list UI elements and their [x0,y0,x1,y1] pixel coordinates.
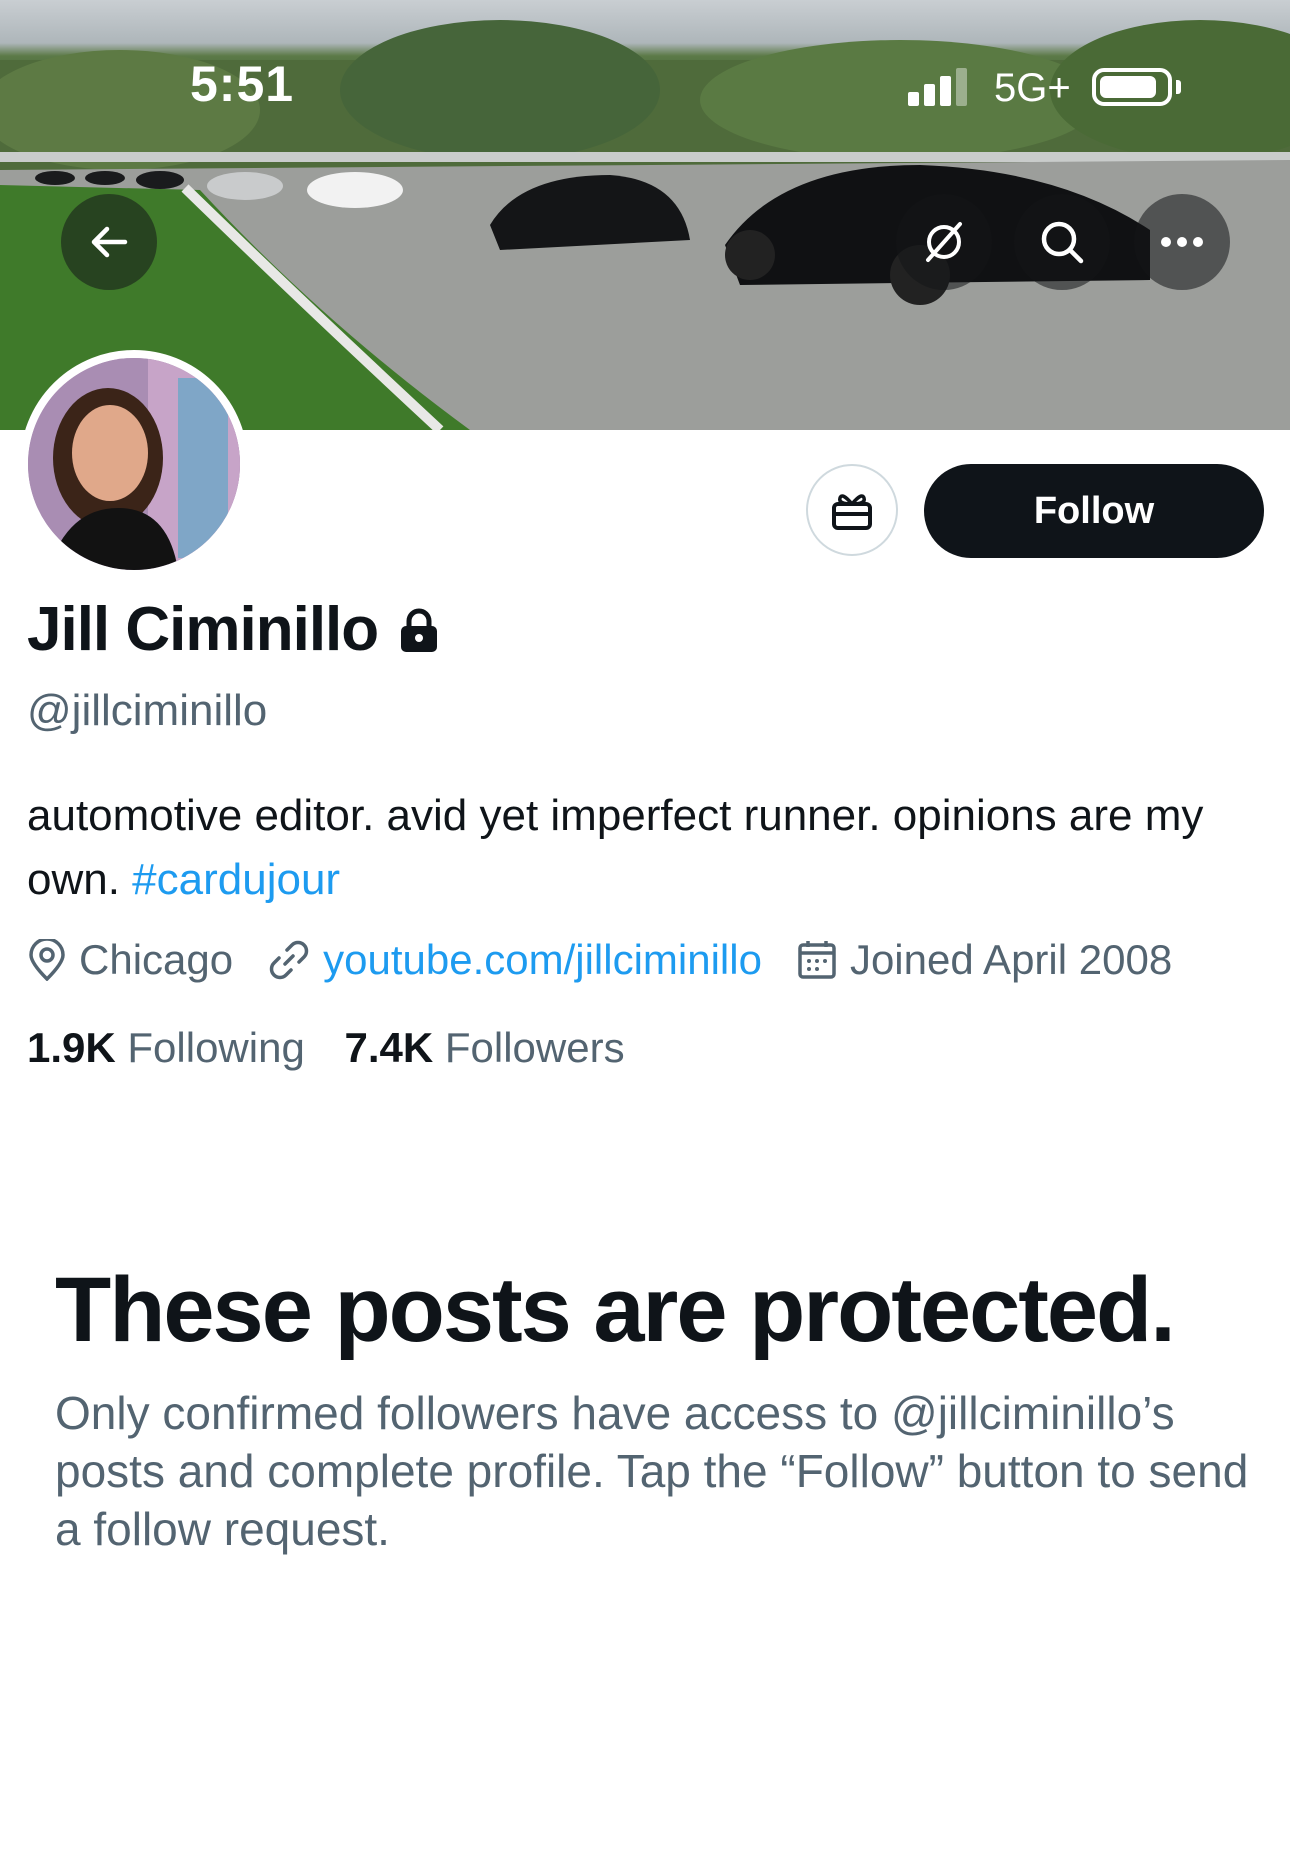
followers-label: Followers [444,1024,625,1071]
following-label: Following [127,1024,305,1071]
location-pin-icon [29,939,65,981]
profile-name: Jill Ciminillo [27,595,379,664]
protected-title: These posts are protected. [55,1259,1176,1361]
battery-icon [1092,68,1172,106]
website-item[interactable]: youtube.com/jillciminillo [267,936,762,984]
calendar-icon [798,941,836,979]
following-count: 1.9K [27,1024,116,1071]
grok-icon [926,222,962,262]
follow-button[interactable]: Follow [924,464,1264,558]
avatar-image [28,358,240,570]
back-button[interactable] [61,194,157,290]
network-label: 5G+ [994,66,1071,110]
more-dots-icon [1161,237,1203,247]
followers-count: 7.4K [344,1024,434,1071]
bio-hashtag-link[interactable]: #cardujour [132,855,340,904]
location-text: Chicago [79,936,234,983]
more-button[interactable] [1134,194,1230,290]
followers-link[interactable]: 7.4K Followers [344,1024,624,1071]
search-icon [1041,221,1084,264]
link-icon [269,940,309,980]
follow-counts: 1.9K Following 7.4K Followers [27,1024,625,1072]
location-item: Chicago [27,936,233,984]
joined-text: Joined April 2008 [849,936,1173,983]
subscribe-gift-button[interactable] [806,464,898,556]
website-link[interactable]: youtube.com/jillciminillo [323,936,762,984]
grok-button[interactable] [896,194,992,290]
search-button[interactable] [1014,194,1110,290]
profile-bio: automotive editor. avid yet imperfect ru… [27,784,1267,912]
protected-message: Only confirmed followers have access to … [55,1387,1249,1555]
avatar[interactable] [20,350,248,578]
lock-icon [401,608,438,652]
following-link[interactable]: 1.9K Following [27,1024,305,1071]
joined-item: Joined April 2008 [796,936,1172,984]
status-time: 5:51 [190,56,295,112]
signal-icon [908,68,970,106]
gift-icon [832,494,872,530]
arrow-left-icon [91,226,128,258]
profile-meta: Chicago youtube.com/jillciminillo Joined… [27,936,1206,984]
profile-name-row: Jill Ciminillo [27,594,440,665]
profile-handle: @jillciminillo [27,686,268,735]
